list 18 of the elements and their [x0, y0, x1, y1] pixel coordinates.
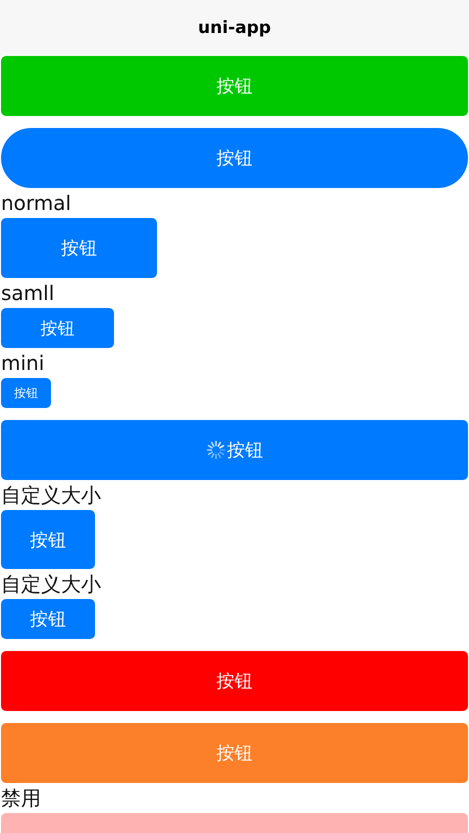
caption-text: 自定义大小 — [1, 483, 101, 507]
loading-spinner-icon — [206, 440, 226, 460]
caption-text: normal — [1, 191, 72, 215]
button[interactable]: 按钮 — [1, 128, 468, 188]
caption-text: samll — [1, 281, 54, 305]
navbar-title: uni-app — [198, 18, 271, 38]
button[interactable]: 按钮 — [1, 308, 114, 348]
caption-text: mini — [1, 351, 44, 375]
button[interactable]: 按钮 — [1, 378, 51, 408]
button[interactable]: 按钮 — [1, 599, 95, 639]
button[interactable]: 按钮 — [1, 510, 95, 569]
caption-text: 禁用 — [1, 786, 41, 810]
button[interactable]: 按钮 — [1, 651, 468, 711]
button[interactable]: 按钮 — [1, 56, 468, 116]
button[interactable]: 按钮 — [1, 723, 468, 783]
button[interactable]: 按钮 — [1, 420, 468, 480]
button[interactable]: 按钮 — [1, 218, 157, 278]
caption-text: 自定义大小 — [1, 572, 101, 596]
